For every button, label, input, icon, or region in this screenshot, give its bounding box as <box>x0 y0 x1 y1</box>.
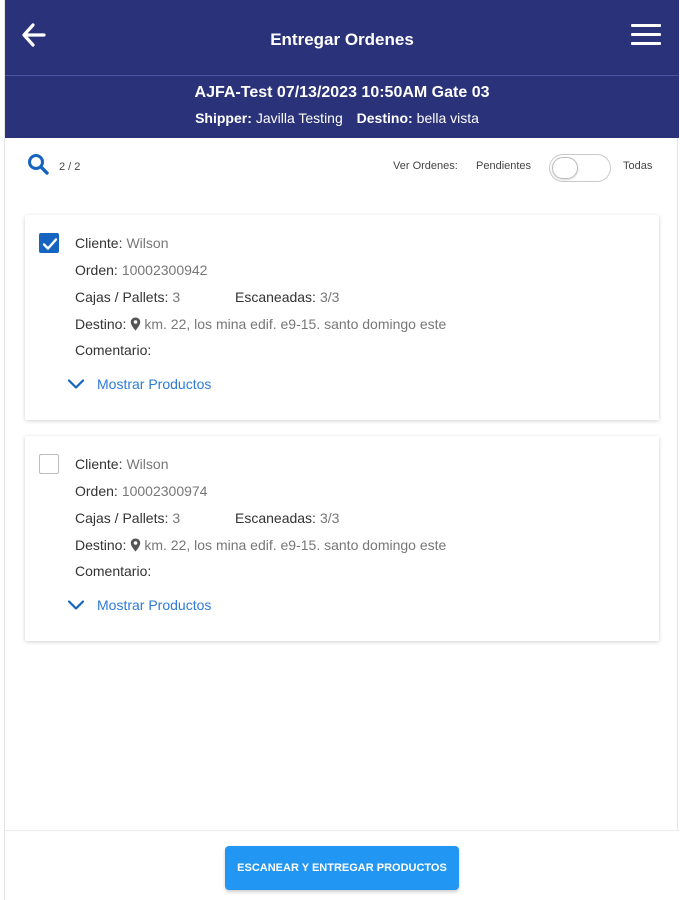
checkmark-icon <box>42 238 58 250</box>
cliente-label: Cliente: <box>75 235 123 251</box>
order-count: 2 / 2 <box>59 161 81 173</box>
destino-value: km. 22, los mina edif. e9-15. santo domi… <box>144 537 447 553</box>
destino-value: km. 22, los mina edif. e9-15. santo domi… <box>144 316 447 332</box>
map-pin-icon <box>131 317 141 331</box>
cajas-value: 3 <box>172 510 181 526</box>
cliente-label: Cliente: <box>75 456 123 472</box>
cajas-label: Cajas / Pallets: <box>75 510 169 526</box>
escaneadas-row: Escaneadas: 3/3 <box>235 510 339 526</box>
todas-label: Todas <box>623 160 653 172</box>
destino-row: Destino: km. 22, los mina edif. e9-15. sa… <box>75 316 446 332</box>
comentario-row: Comentario: <box>75 342 155 358</box>
shipper-value: Javilla Testing <box>255 110 343 126</box>
ver-ordenes-label: Ver Ordenes: <box>393 160 458 172</box>
orden-value: 10002300974 <box>121 483 208 499</box>
destino-label: Destino: <box>75 316 127 332</box>
orden-value: 10002300942 <box>121 262 208 278</box>
hamburger-menu-icon <box>631 24 661 45</box>
chevron-down-icon <box>67 379 85 389</box>
order-card: Cliente: Wilson Orden: 10002300974 Cajas /… <box>25 436 659 641</box>
escaneadas-value: 3/3 <box>319 510 340 526</box>
menu-button[interactable] <box>631 24 661 50</box>
show-products-label: Mostrar Productos <box>97 376 212 392</box>
search-icon <box>28 154 49 175</box>
scan-deliver-button[interactable]: ESCANEAR Y ENTREGAR PRODUCTOS <box>225 846 459 890</box>
escaneadas-row: Escaneadas: 3/3 <box>235 289 339 305</box>
cajas-row: Cajas / Pallets: 3 <box>75 289 180 305</box>
cliente-row: Cliente: Wilson <box>75 456 168 472</box>
cliente-value: Wilson <box>126 456 169 472</box>
shipment-title: AJFA-Test 07/13/2023 10:50AM Gate 03 <box>194 84 490 101</box>
cajas-label: Cajas / Pallets: <box>75 289 169 305</box>
pendientes-label: Pendientes <box>476 160 532 172</box>
show-products-label: Mostrar Productos <box>97 597 212 613</box>
toggle-knob <box>552 157 578 179</box>
top-bar: Entregar Ordenes <box>5 0 679 76</box>
shipment-details: Shipper: Javilla Testing Destino: bella vi… <box>5 110 679 126</box>
cliente-row: Cliente: Wilson <box>75 235 168 251</box>
shipper-label: Shipper: <box>195 110 252 126</box>
shipment-info: AJFA-Test 07/13/2023 10:50AM Gate 03 Shi… <box>5 84 679 126</box>
orden-label: Orden: <box>75 483 118 499</box>
order-checkbox[interactable] <box>39 233 59 253</box>
show-products-link[interactable]: Mostrar Productos <box>67 376 211 392</box>
orden-label: Orden: <box>75 262 118 278</box>
destino-label: Destino: <box>75 537 127 553</box>
escaneadas-value: 3/3 <box>319 289 340 305</box>
search-button[interactable] <box>27 153 49 175</box>
cajas-value: 3 <box>172 289 181 305</box>
page-title: Entregar Ordenes <box>270 30 414 49</box>
comentario-label: Comentario: <box>75 563 152 579</box>
bottom-bar: ESCANEAR Y ENTREGAR PRODUCTOS <box>5 830 679 900</box>
cajas-row: Cajas / Pallets: 3 <box>75 510 180 526</box>
orders-filter-toggle[interactable] <box>549 154 611 182</box>
header: Entregar Ordenes AJFA-Test 07/13/2023 10… <box>5 0 679 138</box>
destino-label: Destino: <box>356 110 413 126</box>
chevron-down-icon <box>67 600 85 610</box>
destino-row: Destino: km. 22, los mina edif. e9-15. sa… <box>75 537 446 553</box>
cliente-value: Wilson <box>126 235 169 251</box>
map-pin-icon <box>131 538 141 552</box>
orden-row: Orden: 10002300942 <box>75 262 207 278</box>
show-products-link[interactable]: Mostrar Productos <box>67 597 211 613</box>
filter-bar: 2 / 2 Ver Ordenes: Pendientes Todas <box>5 138 679 198</box>
order-card: Cliente: Wilson Orden: 10002300942 Cajas /… <box>25 215 659 420</box>
comentario-label: Comentario: <box>75 342 152 358</box>
app-frame: Entregar Ordenes AJFA-Test 07/13/2023 10… <box>4 0 679 900</box>
escaneadas-label: Escaneadas: <box>235 510 316 526</box>
order-checkbox[interactable] <box>39 454 59 474</box>
destino-value: bella vista <box>416 110 479 126</box>
escaneadas-label: Escaneadas: <box>235 289 316 305</box>
orden-row: Orden: 10002300974 <box>75 483 207 499</box>
comentario-row: Comentario: <box>75 563 155 579</box>
